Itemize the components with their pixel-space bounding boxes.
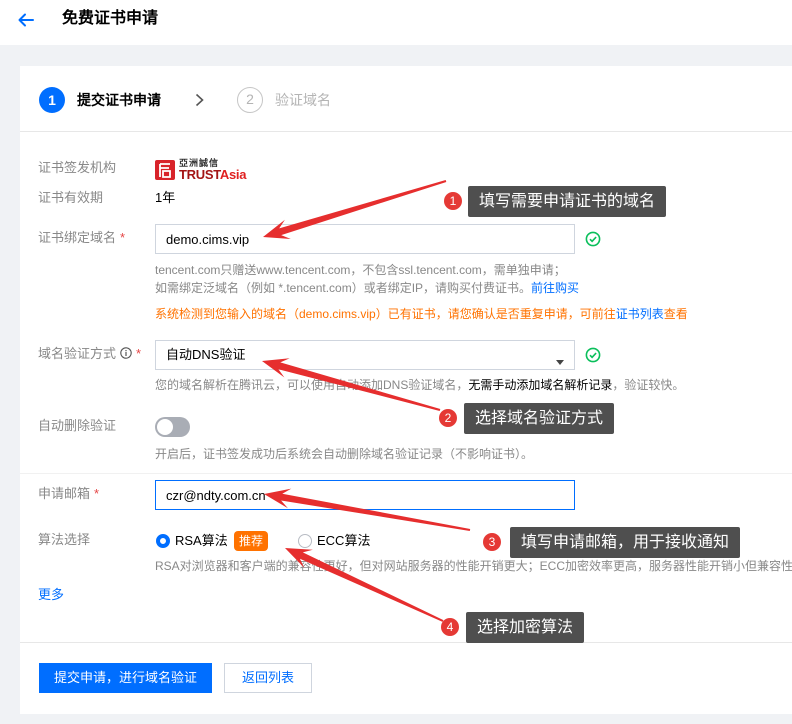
algorithm-label: 算法选择 [38,532,91,547]
verify-method-label-text: 域名验证方式 [38,346,117,361]
page-title: 免费证书申请 [62,10,159,27]
page: 免费证书申请 1 提交证书申请 2 验证域名 证书签发机构 亞洲誠信 TRUST… [0,0,792,724]
email-label: 申请邮箱 * [38,485,99,503]
required-mark: * [120,230,126,245]
verify-method-label: 域名验证方式 * [38,345,141,364]
step-1-label: 提交证书申请 [77,92,161,108]
issuer-label: 证书签发机构 [38,160,117,175]
chevron-right-icon [195,93,204,107]
annotation-1-label: 填写需要申请证书的域名 [468,186,667,217]
annotation-1-number: 1 [444,192,462,210]
step-1-number: 1 [39,87,65,113]
verify-method-value: 自动DNS验证 [166,347,246,362]
step-2-label: 验证域名 [275,92,331,108]
steps-divider [20,131,792,132]
arrow-left-icon[interactable] [17,11,35,29]
email-input[interactable] [155,480,575,510]
radio-option-ecc[interactable]: ECC算法 [298,531,370,551]
auto-delete-toggle[interactable] [155,417,190,437]
toggle-knob [157,419,173,435]
cert-list-link[interactable]: 证书列表 [616,307,664,321]
domain-help-line1: tencent.com只赠送www.tencent.com，不包含ssl.ten… [155,263,566,277]
annotation-3-label: 填写申请邮箱，用于接收通知 [510,527,741,558]
required-mark: * [136,346,142,361]
trustasia-logo-icon [155,160,175,180]
section-divider [20,473,792,474]
domain-input[interactable] [155,224,575,254]
check-circle-icon [585,347,601,363]
step-2-number: 2 [237,87,263,113]
annotation-3-number: 3 [483,533,501,551]
radio-label-ecc: ECC算法 [317,533,371,548]
validity-value: 1年 [155,190,176,205]
submit-button[interactable]: 提交申请，进行域名验证 [39,663,212,693]
domain-label-text: 证书绑定域名 [38,230,117,245]
caret-down-icon [556,353,564,365]
duplicate-warning: 系统检测到您输入的域名（demo.cims.vip）已有证书，请您确认是否重复申… [155,307,688,321]
algorithm-help: RSA对浏览器和客户端的兼容性更好，但对网站服务器的性能开销更大；ECC加密效率… [155,559,792,573]
verify-method-help: 您的域名解析在腾讯云，可以使用自动添加DNS验证域名，无需手动添加域名解析记录，… [155,378,685,392]
annotation-4-number: 4 [441,618,459,636]
annotation-2-label: 选择域名验证方式 [464,403,615,434]
domain-help-line2: 如需绑定泛域名（例如 *.tencent.com）或者绑定IP，请购买付费证书。… [155,281,580,295]
radio-option-rsa[interactable]: RSA算法 [156,531,228,551]
validity-label: 证书有效期 [38,190,104,205]
back-to-list-button[interactable]: 返回列表 [224,663,312,693]
recommended-badge: 推荐 [234,531,268,551]
info-icon[interactable] [120,346,132,364]
trustasia-logo: 亞洲誠信 TRUSTAsia [155,158,259,182]
email-label-text: 申请邮箱 [38,486,91,501]
radio-label-rsa: RSA算法 [175,533,228,548]
auto-delete-help: 开启后，证书签发成功后系统会自动删除域名验证记录（不影响证书）。 [155,447,534,461]
logo-en-text: TRUSTAsia [179,167,247,182]
buy-link[interactable]: 前往购买 [531,281,579,295]
more-link[interactable]: 更多 [38,586,64,604]
required-mark: * [94,486,100,501]
auto-delete-label: 自动删除验证 [38,418,117,433]
annotation-2-number: 2 [439,409,457,427]
annotation-4-label: 选择加密算法 [466,612,585,643]
domain-label: 证书绑定域名 * [38,229,125,247]
verify-method-select[interactable]: 自动DNS验证 [155,340,575,370]
footer-divider [20,642,792,643]
check-circle-icon [585,231,601,247]
radio-button[interactable] [298,534,312,548]
radio-button[interactable] [156,534,170,548]
top-bar: 免费证书申请 [0,0,792,45]
